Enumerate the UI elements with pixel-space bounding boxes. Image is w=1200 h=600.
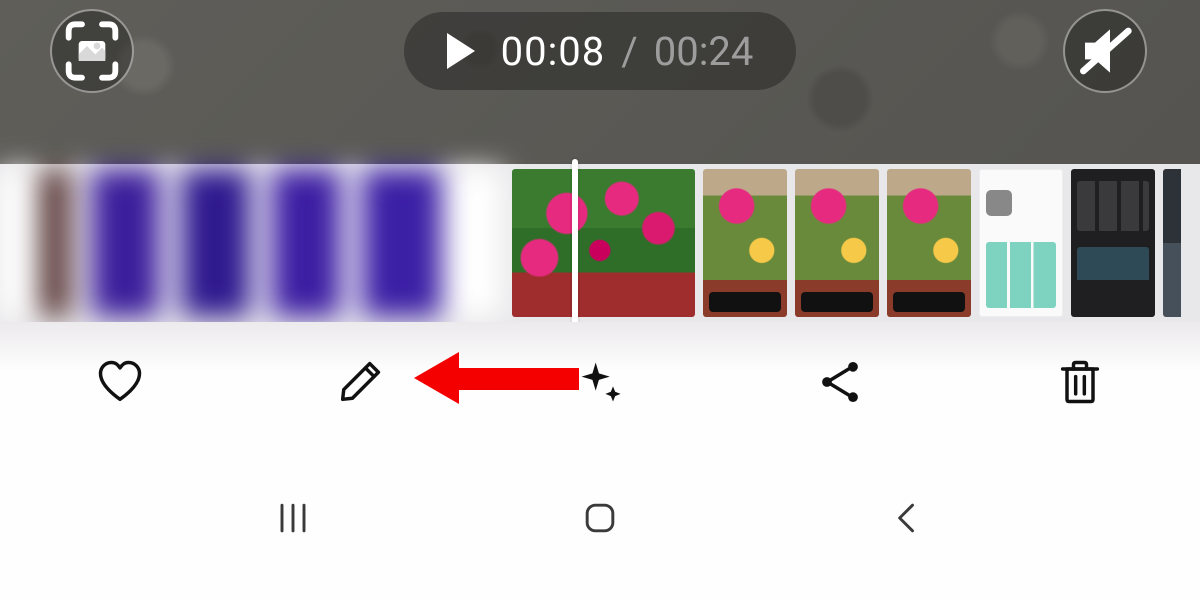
nav-back-button[interactable]: [877, 488, 937, 548]
capture-frame-icon: [52, 11, 132, 91]
thumb-item[interactable]: [1163, 169, 1181, 317]
pencil-icon: [334, 356, 386, 408]
heart-icon: [94, 356, 146, 408]
effects-button[interactable]: [574, 356, 626, 408]
thumb-item[interactable]: [887, 169, 971, 317]
thumb-current-video[interactable]: [0, 169, 502, 317]
annotation-arrow: [414, 352, 579, 404]
thumb-item[interactable]: [1071, 169, 1155, 317]
play-icon: [447, 33, 475, 69]
trash-icon: [1054, 356, 1106, 408]
playback-separator: /: [621, 28, 638, 75]
thumb-item[interactable]: [703, 169, 787, 317]
edit-button[interactable]: [334, 356, 386, 408]
nav-recents-button[interactable]: [263, 488, 323, 548]
action-bar: [0, 322, 1200, 442]
sparkles-icon: [574, 356, 626, 408]
mute-button[interactable]: [1063, 9, 1147, 93]
thumb-item[interactable]: [979, 169, 1063, 317]
system-navigation-bar: [0, 442, 1200, 600]
recents-icon: [271, 496, 315, 540]
favorite-button[interactable]: [94, 356, 146, 408]
playback-control[interactable]: 00:08 / 00:24: [404, 12, 796, 90]
share-icon: [814, 356, 866, 408]
thumb-item[interactable]: [512, 169, 695, 317]
thumb-item[interactable]: [795, 169, 879, 317]
filmstrip[interactable]: [0, 164, 1200, 322]
capture-frame-button[interactable]: [50, 9, 134, 93]
nav-home-button[interactable]: [570, 488, 630, 548]
delete-button[interactable]: [1054, 356, 1106, 408]
video-preview: 00:08 / 00:24: [0, 0, 1200, 164]
share-button[interactable]: [814, 356, 866, 408]
playback-current-time: 00:08: [501, 28, 606, 75]
mute-icon: [1065, 11, 1145, 91]
playback-duration: 00:24: [654, 28, 754, 75]
home-icon: [578, 496, 622, 540]
back-icon: [885, 496, 929, 540]
